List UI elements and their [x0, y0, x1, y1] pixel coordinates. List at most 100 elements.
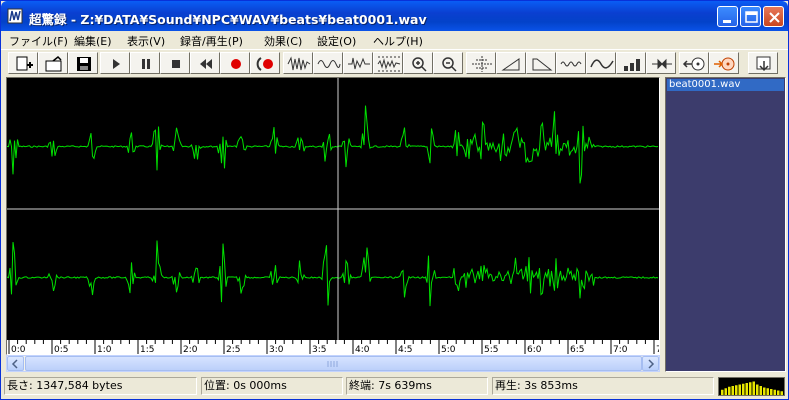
level-meter-bar: [752, 381, 755, 395]
file-list-item[interactable]: beat0001.wav: [667, 79, 784, 91]
timeline-tick-label: 0:0: [11, 345, 26, 354]
fade-out-button[interactable]: [526, 52, 556, 74]
save-icon: [77, 57, 91, 71]
normalize-icon: [472, 56, 492, 72]
level-meter-bar: [749, 382, 752, 395]
status-length: 長さ: 1347,584 bytes: [4, 377, 197, 395]
timeline-tick-label: 3:0: [269, 345, 284, 354]
chevron-left-icon: [11, 359, 18, 369]
scrollbar-thumb[interactable]: [25, 356, 642, 371]
normalize-button[interactable]: [466, 52, 496, 74]
timeline-tick-label: 7:: [656, 345, 659, 354]
level-meter-bar: [724, 388, 727, 395]
menu-effects[interactable]: 効果(C): [264, 33, 302, 49]
level-meter-bar: [731, 386, 734, 395]
export-icon: [756, 56, 771, 72]
timeline-tick-label: 4:0: [355, 345, 370, 354]
stop-button[interactable]: [160, 52, 190, 74]
timeline-tick-label: 4:5: [398, 345, 412, 354]
loop-record-button[interactable]: [250, 52, 280, 74]
fade-out-icon: [532, 58, 553, 71]
cd-read-icon: [682, 57, 705, 71]
scroll-left-button[interactable]: [7, 356, 24, 371]
wave-icon: [590, 59, 614, 69]
effect-button-3[interactable]: [343, 52, 373, 74]
waveform-effect-4-icon: [377, 56, 401, 72]
effect-button-2[interactable]: [313, 52, 343, 74]
timeline-tick-label: 1:0: [97, 345, 112, 354]
effect-button-1[interactable]: [283, 52, 313, 74]
wave-button[interactable]: [586, 52, 616, 74]
timeline-tick-label: 6:5: [570, 345, 584, 354]
fade-in-icon: [501, 58, 520, 71]
menu-help[interactable]: ヘルプ(H): [373, 33, 423, 49]
zoom-in-button[interactable]: [403, 52, 433, 74]
trim-icon: [652, 58, 672, 70]
waveform-view[interactable]: 0:0 0:5 1:0 1:5 2:0 2:5 3:0 3:5 4:0 4:5 5:0 5:5 6:0 6…: [6, 77, 660, 355]
level-meter: [718, 377, 785, 396]
cd-write-button[interactable]: [709, 52, 739, 74]
play-button[interactable]: [100, 52, 130, 74]
grip-icon: [327, 361, 338, 367]
waveform-effect-2-icon: [317, 60, 341, 68]
waveform-right-channel: [7, 240, 659, 307]
timeline-tick-label: 2:5: [226, 345, 240, 354]
export-button[interactable]: [748, 52, 778, 74]
waveform-effect-1-icon: [287, 56, 311, 71]
timeline-tick-label: 5:0: [441, 345, 456, 354]
new-file-button[interactable]: [8, 52, 38, 74]
horizontal-scrollbar[interactable]: [6, 355, 660, 372]
level-meter-bar: [759, 386, 762, 395]
menu-edit[interactable]: 編集(E): [74, 33, 112, 49]
waveform-canvas[interactable]: 0:0 0:5 1:0 1:5 2:0 2:5 3:0 3:5 4:0 4:5 5:0 5:5 6:0 6…: [7, 78, 659, 354]
level-meter-bar: [735, 385, 738, 395]
timeline-tick-label: 5:5: [484, 345, 498, 354]
maximize-icon: [745, 11, 758, 23]
level-meter-bar: [770, 389, 773, 395]
levels-button[interactable]: [616, 52, 646, 74]
cd-read-button[interactable]: [679, 52, 709, 74]
menu-record-play[interactable]: 録音/再生(P): [180, 33, 243, 49]
stop-icon: [172, 60, 180, 68]
timeline-tick-label: 2:0: [183, 345, 198, 354]
timeline-tick-label: 1:5: [140, 345, 154, 354]
menu-view[interactable]: 表示(V): [127, 33, 165, 49]
maximize-button[interactable]: [740, 6, 761, 27]
rewind-button[interactable]: [190, 52, 220, 74]
level-meter-bar: [773, 389, 776, 395]
close-button[interactable]: [763, 6, 784, 27]
scroll-right-button[interactable]: [642, 356, 659, 371]
timeline-tick-label: 6:0: [527, 345, 542, 354]
noise-icon: [560, 61, 582, 67]
toolbar: [1, 51, 788, 75]
level-meter-bar: [728, 386, 731, 395]
open-folder-icon: [45, 55, 62, 72]
pause-button[interactable]: [130, 52, 160, 74]
fade-in-button[interactable]: [496, 52, 526, 74]
minimize-button[interactable]: [717, 6, 738, 27]
save-button[interactable]: [68, 52, 98, 74]
effect-button-4[interactable]: [373, 52, 403, 74]
noise-button[interactable]: [556, 52, 586, 74]
title-bar[interactable]: 超驚録 - Z:¥DATA¥Sound¥NPC¥WAV¥beats¥beat00…: [1, 1, 788, 31]
level-meter-bar: [777, 390, 780, 395]
cd-write-icon: [714, 57, 735, 71]
menu-file[interactable]: ファイル(F): [9, 33, 68, 49]
play-icon: [113, 59, 120, 69]
open-button[interactable]: [38, 52, 68, 74]
timeline-tick-label: 3:5: [312, 345, 326, 354]
trim-button[interactable]: [646, 52, 676, 74]
menu-settings[interactable]: 設定(O): [317, 33, 356, 49]
status-end: 終端: 7s 639ms: [346, 377, 488, 395]
zoom-out-button[interactable]: [433, 52, 463, 74]
timeline-tick-label: 7:0: [613, 345, 628, 354]
pause-icon: [142, 59, 150, 69]
record-button[interactable]: [220, 52, 250, 74]
timeline-tick-label: 0:5: [54, 345, 68, 354]
zoom-in-icon: [412, 57, 427, 72]
record-icon: [231, 59, 241, 69]
waveform-effect-3-icon: [348, 57, 370, 70]
status-playback: 再生: 3s 853ms: [492, 377, 714, 395]
waveform-left-channel: [7, 105, 659, 184]
status-position: 位置: 0s 000ms: [201, 377, 343, 395]
